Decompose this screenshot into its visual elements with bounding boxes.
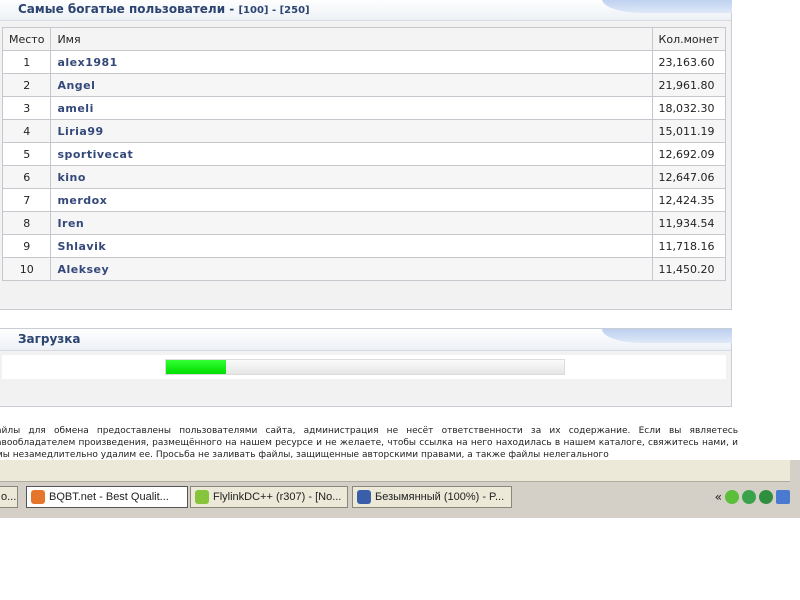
firefox-icon	[31, 490, 45, 504]
cell-coins: 23,163.60	[651, 50, 727, 74]
column-place: Место	[1, 27, 52, 51]
table-row: 1 alex1981 23,163.60	[1, 50, 727, 74]
cell-place: 4	[1, 119, 52, 143]
cell-place: 9	[1, 234, 52, 258]
network-icon[interactable]	[725, 490, 739, 504]
taskbar-button-label: Безымянный (100%) - P...	[375, 491, 505, 503]
monitor-icon[interactable]	[776, 490, 790, 504]
header-decoration	[602, 329, 732, 343]
loading-panel: Загрузка	[0, 328, 732, 407]
cell-user-name[interactable]: merdox	[50, 188, 653, 212]
loading-progress-fill	[166, 360, 226, 374]
header-decoration	[602, 0, 732, 13]
cell-place: 3	[1, 96, 52, 120]
taskbar-button-flylink[interactable]: FlylinkDC++ (r307) - [No...	[190, 486, 348, 508]
cell-coins: 11,450.20	[651, 257, 727, 281]
table-row: 9 Shlavik 11,718.16	[1, 234, 727, 258]
blank-area	[0, 518, 800, 600]
top-users-header: Самые богатые пользователи - [100] - [25…	[0, 0, 732, 21]
title-separator: -	[268, 5, 280, 16]
link-top-250[interactable]: [250]	[280, 5, 310, 16]
cell-coins: 12,424.35	[651, 188, 727, 212]
cell-user-name[interactable]: alex1981	[50, 50, 653, 74]
taskbar-button-label: BQBT.net - Best Qualit...	[49, 491, 169, 503]
cell-place: 6	[1, 165, 52, 189]
taskbar-button-label: FlylinkDC++ (r307) - [No...	[213, 491, 342, 503]
user-icon[interactable]	[759, 490, 773, 504]
taskbar-button-bqbt[interactable]: BQBT.net - Best Qualit...	[26, 486, 188, 508]
cell-user-name[interactable]: Liria99	[50, 119, 653, 143]
table-row: 2 Angel 21,961.80	[1, 73, 727, 97]
cell-user-name[interactable]: sportivecat	[50, 142, 653, 166]
antivirus-icon[interactable]	[742, 490, 756, 504]
table-row: 7 merdox 12,424.35	[1, 188, 727, 212]
cell-coins: 11,934.54	[651, 211, 727, 235]
table-row: 10 Aleksey 11,450.20	[1, 257, 727, 281]
loading-header: Загрузка	[0, 329, 732, 351]
cell-coins: 12,692.09	[651, 142, 727, 166]
cell-coins: 15,011.19	[651, 119, 727, 143]
windows-taskbar: o... BQBT.net - Best Qualit... FlylinkDC…	[0, 460, 800, 518]
cell-user-name[interactable]: ameli	[50, 96, 653, 120]
cell-place: 1	[1, 50, 52, 74]
column-name: Имя	[50, 27, 653, 51]
loading-title: Загрузка	[18, 332, 81, 346]
flylink-icon	[195, 490, 209, 504]
cell-place: 5	[1, 142, 52, 166]
cell-user-name[interactable]: Aleksey	[50, 257, 653, 281]
link-top-100[interactable]: [100]	[238, 5, 268, 16]
cell-user-name[interactable]: kino	[50, 165, 653, 189]
table-row: 5 sportivecat 12,692.09	[1, 142, 727, 166]
cell-user-name[interactable]: Angel	[50, 73, 653, 97]
taskbar-button-label: o...	[1, 491, 17, 503]
table-row: 3 ameli 18,032.30	[1, 96, 727, 120]
taskbar-button-paint[interactable]: Безымянный (100%) - P...	[352, 486, 512, 508]
top-users-title-text: Самые богатые пользователи -	[18, 2, 235, 16]
cell-coins: 18,032.30	[651, 96, 727, 120]
system-tray: «	[715, 486, 790, 508]
top-users-panel: Самые богатые пользователи - [100] - [25…	[0, 0, 732, 310]
table-row: 8 Iren 11,934.54	[1, 211, 727, 235]
loading-progress-bar	[165, 359, 565, 375]
top-users-title: Самые богатые пользователи - [100] - [25…	[18, 2, 310, 16]
browser-status-strip	[0, 460, 790, 482]
cell-place: 2	[1, 73, 52, 97]
loading-body	[2, 355, 726, 379]
table-header-row: Место Имя Кол.монет	[1, 27, 727, 51]
cell-place: 7	[1, 188, 52, 212]
column-coins: Кол.монет	[651, 27, 727, 51]
table-row: 6 kino 12,647.06	[1, 165, 727, 189]
disclaimer-text: айлы для обмена предоставлены пользовате…	[0, 426, 738, 460]
top-users-table: Место Имя Кол.монет 1 alex1981 23,163.60 2 A…	[1, 27, 727, 281]
cell-place: 8	[1, 211, 52, 235]
paint-icon	[357, 490, 371, 504]
cell-coins: 12,647.06	[651, 165, 727, 189]
cell-user-name[interactable]: Shlavik	[50, 234, 653, 258]
cell-coins: 21,961.80	[651, 73, 727, 97]
taskbar-button-0[interactable]: o...	[0, 486, 18, 508]
cell-place: 10	[1, 257, 52, 281]
cell-coins: 11,718.16	[651, 234, 727, 258]
tray-expand-arrow[interactable]: «	[715, 490, 722, 504]
browser-viewport: Самые богатые пользователи - [100] - [25…	[0, 0, 800, 460]
table-row: 4 Liria99 15,011.19	[1, 119, 727, 143]
cell-user-name[interactable]: Iren	[50, 211, 653, 235]
